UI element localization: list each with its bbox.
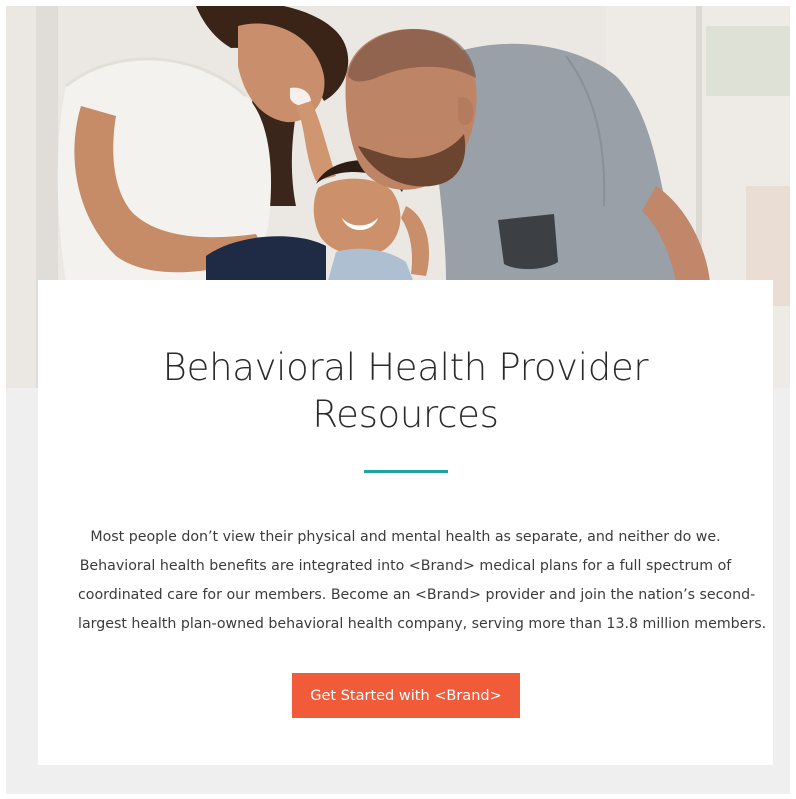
page-title-line-1: Behavioral Health Provider <box>162 346 649 389</box>
resources-card: Behavioral Health Provider Resources Mos… <box>38 280 773 765</box>
intro-line-4: largest health plan-owned behavioral hea… <box>78 616 767 632</box>
page-title: Behavioral Health Provider Resources <box>38 344 773 438</box>
intro-line-1: Most people don’t view their physical an… <box>90 529 721 545</box>
intro-paragraph: Most people don’t view their physical an… <box>78 523 767 639</box>
page-frame: Behavioral Health Provider Resources Mos… <box>6 6 790 794</box>
page-title-line-2: Resources <box>312 393 499 436</box>
intro-line-2: Behavioral health benefits are integrate… <box>79 558 732 574</box>
accent-divider <box>364 470 448 473</box>
get-started-button[interactable]: Get Started with <Brand> <box>292 673 520 718</box>
intro-line-3: coordinated care for our members. Become… <box>78 587 756 603</box>
